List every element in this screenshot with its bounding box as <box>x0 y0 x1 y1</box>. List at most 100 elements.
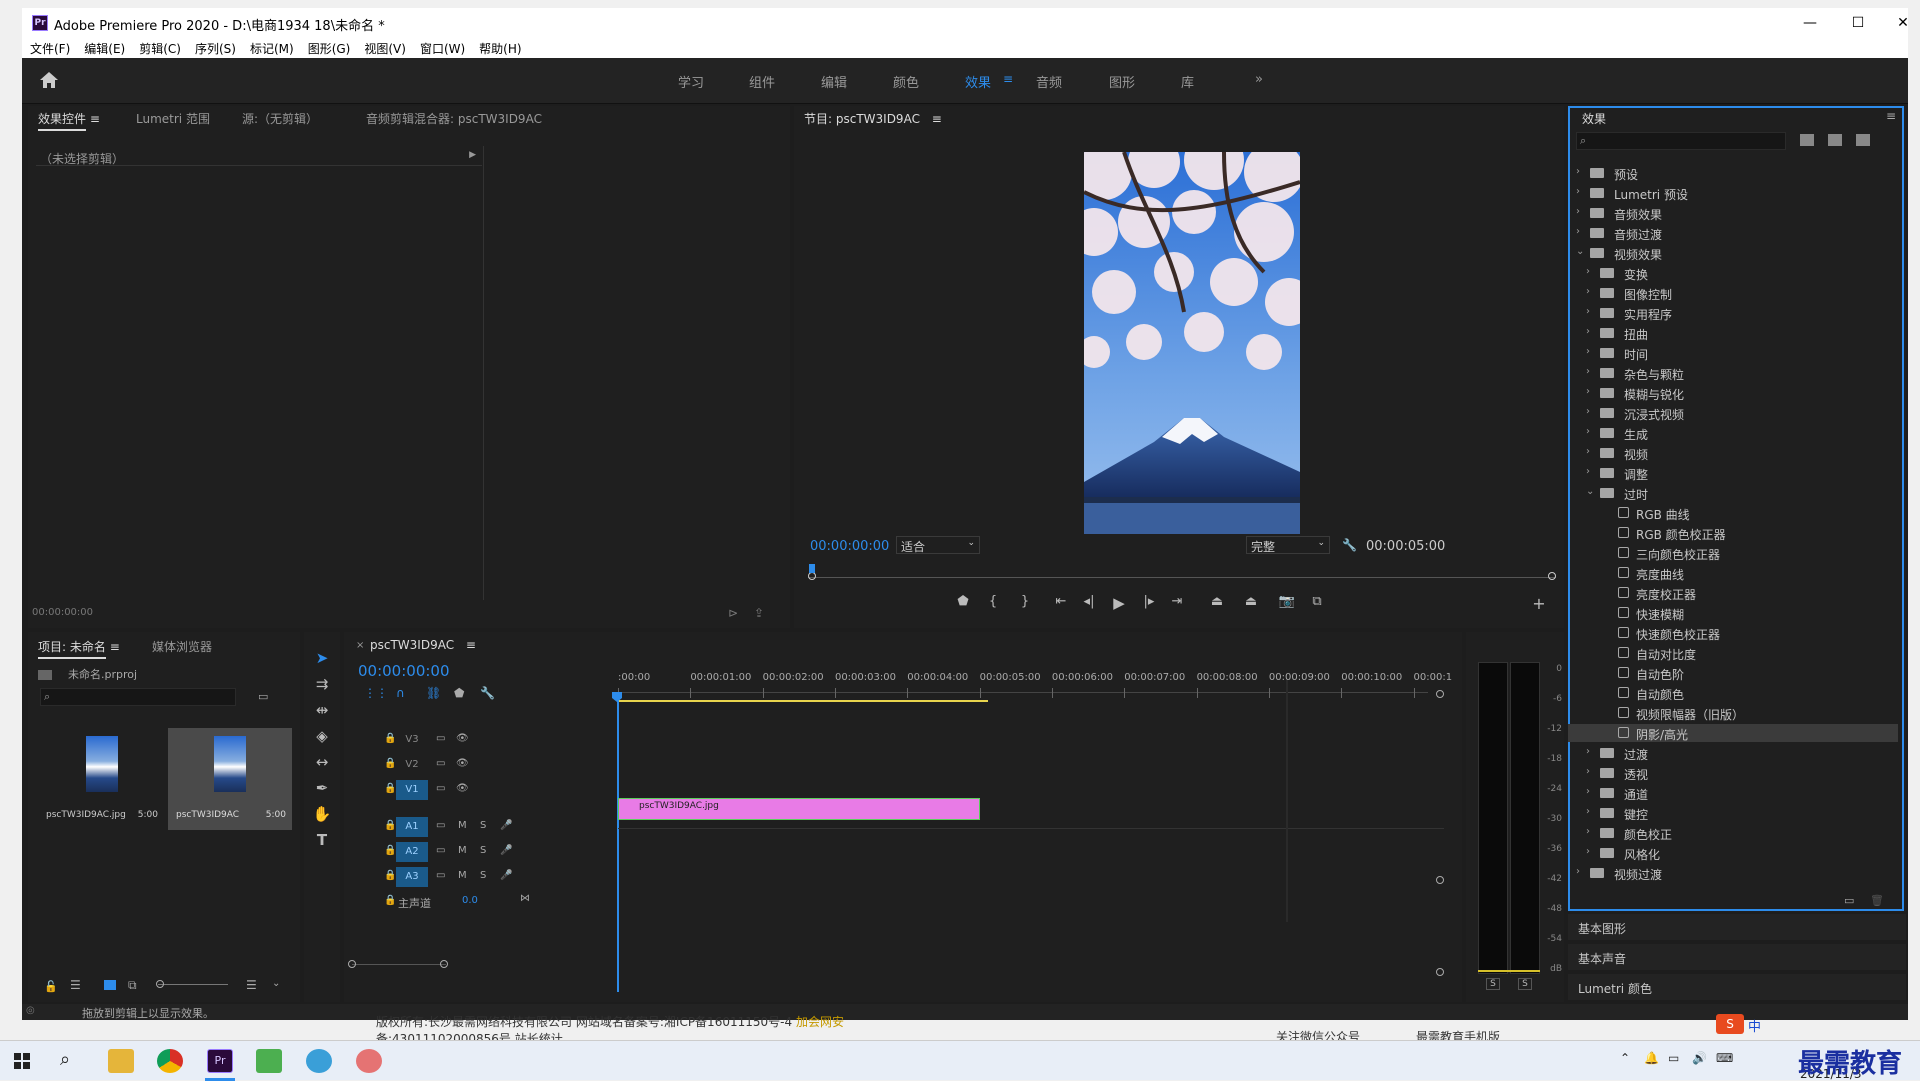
v-scroll-handle-bottom[interactable] <box>1436 876 1444 884</box>
effects-tree-item[interactable]: › Lumetri 预设 <box>1568 184 1898 202</box>
chrome-icon[interactable] <box>157 1049 183 1073</box>
new-bin-icon[interactable]: ▭ <box>1844 894 1854 907</box>
effects-tree-item[interactable]: › 扭曲 <box>1568 324 1898 342</box>
chevron-right-icon[interactable]: › <box>1586 366 1590 377</box>
effects-tree-item[interactable]: › 沉浸式视频 <box>1568 404 1898 422</box>
chevron-right-icon[interactable]: › <box>1586 426 1590 437</box>
home-icon[interactable] <box>38 70 60 90</box>
mark-out-icon[interactable]: } <box>1014 594 1036 609</box>
tab-effect-controls[interactable]: 效果控件 ≡ <box>38 110 100 131</box>
sequence-tab[interactable]: pscTW3ID9AC ≡ <box>370 638 476 652</box>
chevron-right-icon[interactable]: › <box>1586 286 1590 297</box>
effects-tree-item[interactable]: › 预设 <box>1568 164 1898 182</box>
32bit-effects-icon[interactable] <box>1828 134 1842 146</box>
more-workspaces-icon[interactable]: » <box>1255 72 1263 87</box>
project-item-jpg[interactable]: pscTW3ID9AC.jpg 5:00 <box>38 728 164 830</box>
chevron-right-icon[interactable]: › <box>1586 466 1590 477</box>
microphone-icon[interactable]: 🎤 <box>500 870 512 881</box>
microphone-icon[interactable]: 🎤 <box>500 845 512 856</box>
menu-sequence[interactable]: 序列(S) <box>187 38 242 57</box>
menu-view[interactable]: 视图(V) <box>356 38 412 57</box>
mute-button[interactable]: M <box>458 845 467 856</box>
zoom-slider[interactable] <box>158 984 228 985</box>
menu-help[interactable]: 帮助(H) <box>471 38 527 57</box>
panel-menu-icon[interactable]: ≡ <box>110 640 120 654</box>
sync-lock-icon[interactable]: ▭ <box>436 870 445 881</box>
lock-icon[interactable]: 🔒 <box>384 870 396 881</box>
solo-button[interactable]: S <box>480 870 486 881</box>
lift-icon[interactable]: ⏏ <box>1206 594 1228 609</box>
effects-tree-item[interactable]: › 实用程序 <box>1568 304 1898 322</box>
tab-project[interactable]: 项目: 未命名 ≡ <box>38 638 120 659</box>
workspace-audio[interactable]: 音频 <box>1036 72 1062 91</box>
tray-network-icon[interactable]: ▭ <box>1668 1051 1679 1065</box>
new-bin-icon[interactable]: ▭ <box>258 690 268 703</box>
workspace-libraries[interactable]: 库 <box>1181 72 1194 91</box>
sync-lock-icon[interactable]: ▭ <box>436 820 445 831</box>
lock-icon[interactable]: 🔒 <box>384 845 396 856</box>
essential-sound-panel[interactable]: 基本声音 <box>1568 944 1906 970</box>
menu-graphics[interactable]: 图形(G) <box>300 38 357 57</box>
effects-search-input[interactable]: ⌕ <box>1576 132 1786 150</box>
snap-icon[interactable]: ∩ <box>396 686 405 700</box>
chevron-down-icon[interactable]: ⌄ <box>1586 486 1594 497</box>
search-icon[interactable]: ⌕ <box>60 1049 70 1070</box>
vertical-scrollbar[interactable] <box>1286 680 1288 922</box>
mute-button[interactable]: M <box>458 870 467 881</box>
close-button[interactable]: ✕ <box>1885 13 1908 33</box>
effects-tree-item[interactable]: › 图像控制 <box>1568 284 1898 302</box>
sort-icon[interactable]: ☰ <box>246 978 257 992</box>
solo-right-button[interactable]: S <box>1518 978 1532 990</box>
scrubber-end[interactable] <box>1548 572 1556 580</box>
effects-tree-item[interactable]: 亮度曲线 <box>1568 564 1898 582</box>
ime-logo[interactable]: S <box>1716 1014 1744 1034</box>
menu-window[interactable]: 窗口(W) <box>412 38 471 57</box>
selection-tool-icon[interactable]: ➤ <box>308 646 336 670</box>
add-button-icon[interactable]: + <box>1528 594 1550 613</box>
track-target-a1[interactable]: A1 <box>396 817 428 837</box>
tray-chevron-icon[interactable]: ⌃ <box>1620 1051 1630 1065</box>
play-icon[interactable]: ▶ <box>1108 594 1130 612</box>
chevron-right-icon[interactable]: › <box>1586 306 1590 317</box>
chevron-right-icon[interactable]: › <box>1586 266 1590 277</box>
compare-icon[interactable]: ⧉ <box>1306 594 1328 609</box>
scrubber-start[interactable] <box>808 572 816 580</box>
workspace-graphics[interactable]: 图形 <box>1109 72 1135 91</box>
workspace-effects[interactable]: 效果 <box>965 72 991 91</box>
wrench-icon[interactable]: 🔧 <box>480 686 495 700</box>
step-forward-icon[interactable]: |▸ <box>1138 594 1160 609</box>
effects-tree-item[interactable]: 阴影/高光 <box>1568 724 1898 742</box>
add-marker-icon[interactable]: ⬟ <box>454 686 464 700</box>
tray-volume-icon[interactable]: 🔊 <box>1692 1051 1707 1065</box>
chevron-right-icon[interactable]: › <box>1586 766 1590 777</box>
effects-tree-item[interactable]: 亮度校正器 <box>1568 584 1898 602</box>
tab-audio-clip-mixer[interactable]: 音频剪辑混合器: pscTW3ID9AC <box>366 110 542 127</box>
track-select-tool-icon[interactable]: ⇉ <box>308 672 336 696</box>
chevron-right-icon[interactable]: › <box>1586 806 1590 817</box>
solo-button[interactable]: S <box>480 845 486 856</box>
effects-tree-item[interactable]: 自动对比度 <box>1568 644 1898 662</box>
effects-tree-item[interactable]: 视频限幅器（旧版） <box>1568 704 1898 722</box>
freeform-view-icon[interactable]: ⧉ <box>128 978 137 993</box>
sync-lock-icon[interactable]: ▭ <box>436 783 445 794</box>
chevron-right-icon[interactable]: › <box>1586 826 1590 837</box>
work-area-bar[interactable] <box>618 700 988 702</box>
chevron-right-icon[interactable]: › <box>1576 226 1580 237</box>
linked-selection-icon[interactable]: ⛓ <box>426 686 441 700</box>
app-icon-2[interactable] <box>356 1049 382 1073</box>
effects-tree-item[interactable]: › 键控 <box>1568 804 1898 822</box>
tab-media-browser[interactable]: 媒体浏览器 <box>152 638 212 655</box>
video-clip[interactable]: pscTW3ID9AC.jpg <box>618 798 980 820</box>
workspace-learn[interactable]: 学习 <box>678 72 704 91</box>
lock-icon[interactable]: 🔒 <box>384 758 396 769</box>
tray-bell-icon[interactable]: 🔔 <box>1644 1051 1659 1065</box>
step-back-icon[interactable]: ◂| <box>1078 594 1100 609</box>
effects-tree-item[interactable]: 快速模糊 <box>1568 604 1898 622</box>
panel-menu-icon[interactable]: ≡ <box>90 112 100 126</box>
tab-lumetri-scopes[interactable]: Lumetri 范围 <box>136 110 210 127</box>
filter-icon[interactable]: ⊳ <box>728 606 738 620</box>
type-tool-icon[interactable]: T <box>308 828 336 852</box>
track-target-a2[interactable]: A2 <box>396 842 428 862</box>
microphone-icon[interactable]: 🎤 <box>500 820 512 831</box>
camera-icon[interactable]: 📷 <box>1276 594 1298 609</box>
